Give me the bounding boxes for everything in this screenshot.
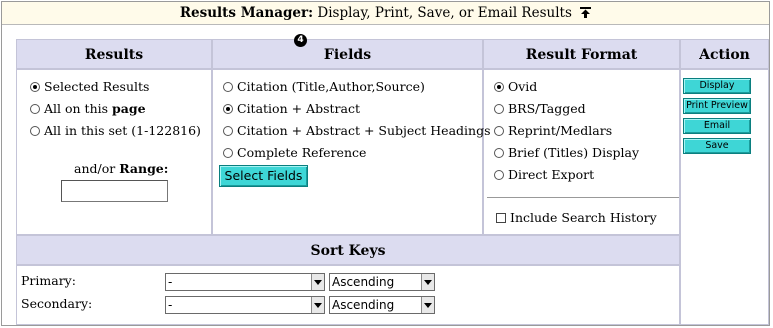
range-label: and/or Range: xyxy=(74,161,169,176)
format-option-ovid[interactable]: Ovid xyxy=(494,80,537,94)
primary-field-select[interactable]: - xyxy=(165,273,325,291)
range-input[interactable] xyxy=(61,180,168,202)
chevron-down-icon xyxy=(311,274,324,290)
format-divider xyxy=(487,197,679,198)
radio-citation[interactable] xyxy=(223,82,233,92)
select-fields-button[interactable]: Select Fields xyxy=(219,165,308,187)
format-option-direct-export[interactable]: Direct Export xyxy=(494,168,594,182)
radio-reprint-medlars[interactable] xyxy=(494,126,504,136)
include-history-checkbox[interactable] xyxy=(496,213,506,223)
radio-all-on-page[interactable] xyxy=(30,104,40,114)
fields-option-citation-abstract-subject[interactable]: Citation + Abstract + Subject Headings xyxy=(223,124,491,138)
secondary-order-select[interactable]: Ascending xyxy=(329,296,435,314)
fields-option-complete[interactable]: Complete Reference xyxy=(223,146,366,160)
radio-selected-results[interactable] xyxy=(30,82,40,92)
result-format-header: Result Format xyxy=(483,39,680,69)
fields-header: 4 Fields xyxy=(212,34,483,69)
results-option-selected[interactable]: Selected Results xyxy=(30,80,149,94)
radio-citation-abstract-subject[interactable] xyxy=(223,126,233,136)
radio-direct-export[interactable] xyxy=(494,170,504,180)
secondary-field-select[interactable]: - xyxy=(165,296,325,314)
chevron-down-icon xyxy=(421,274,434,290)
secondary-label: Secondary: xyxy=(21,296,93,311)
format-option-brief[interactable]: Brief (Titles) Display xyxy=(494,146,639,160)
fields-option-citation-abstract[interactable]: Citation + Abstract xyxy=(223,102,360,116)
results-option-set[interactable]: All in this set (1-122816) xyxy=(30,124,201,138)
radio-brief-display[interactable] xyxy=(494,148,504,158)
results-manager-title: Results Manager: Display, Print, Save, o… xyxy=(2,2,769,25)
format-option-brs[interactable]: BRS/Tagged xyxy=(494,102,586,116)
include-history-option[interactable]: Include Search History xyxy=(496,211,657,225)
format-option-reprint[interactable]: Reprint/Medlars xyxy=(494,124,612,138)
sort-keys-header: Sort Keys xyxy=(16,235,680,265)
title-rest: Display, Print, Save, or Email Results xyxy=(313,5,572,21)
save-button[interactable]: Save xyxy=(683,138,751,154)
radio-all-in-set[interactable] xyxy=(30,126,40,136)
print-preview-button[interactable]: Print Preview xyxy=(683,98,751,114)
results-header: Results xyxy=(16,39,212,69)
radio-brs-tagged[interactable] xyxy=(494,104,504,114)
display-button[interactable]: Display xyxy=(683,78,751,94)
action-header: Action xyxy=(680,39,769,69)
results-option-page[interactable]: All on this page xyxy=(30,102,146,116)
chevron-down-icon xyxy=(311,297,324,313)
radio-complete-reference[interactable] xyxy=(223,148,233,158)
primary-order-select[interactable]: Ascending xyxy=(329,273,435,291)
chevron-down-icon xyxy=(421,297,434,313)
radio-citation-abstract[interactable] xyxy=(223,104,233,114)
radio-ovid[interactable] xyxy=(494,82,504,92)
title-bold: Results Manager: xyxy=(179,5,314,21)
fields-option-citation[interactable]: Citation (Title,Author,Source) xyxy=(223,80,425,94)
step-marker: 4 xyxy=(294,34,307,47)
collapse-up-icon[interactable] xyxy=(580,7,592,19)
primary-label: Primary: xyxy=(21,273,76,288)
email-button[interactable]: Email xyxy=(683,118,751,134)
